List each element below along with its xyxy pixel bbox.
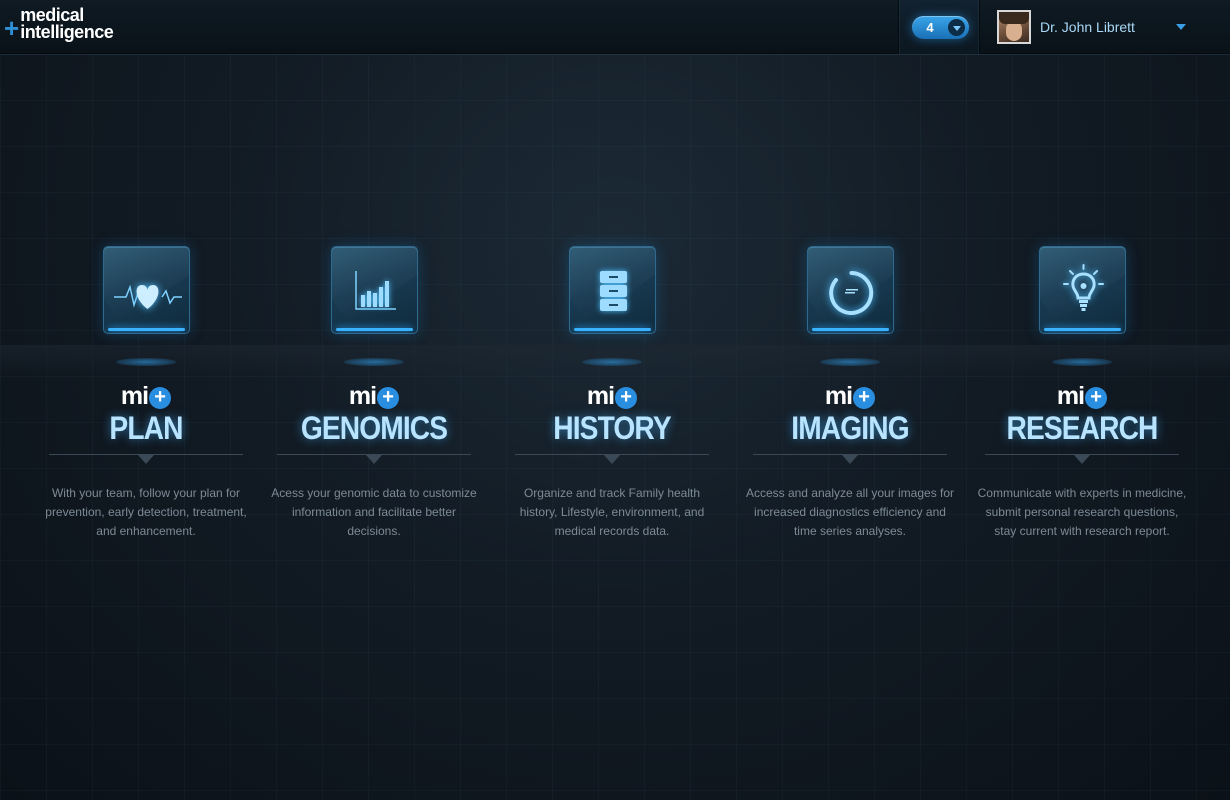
imaging-tile[interactable] (807, 246, 894, 334)
module-title[interactable]: HISTORY (527, 410, 698, 446)
plus-icon: + (1085, 387, 1108, 409)
notifications-button[interactable]: 4 (912, 16, 969, 39)
module-title[interactable]: IMAGING (765, 410, 936, 446)
module-description: Communicate with experts in medicine, su… (977, 486, 1187, 538)
brand-name-line2: intelligence (20, 22, 114, 42)
ring-scan-icon (829, 271, 874, 315)
research-tile[interactable] (1039, 246, 1126, 334)
module-history[interactable]: mi + HISTORY Organize and track Family he… (515, 246, 709, 546)
module-research[interactable]: mi + RESEARCH Communicate with experts in… (978, 246, 1186, 546)
mi-logo: mi + (985, 382, 1179, 410)
bar-chart-icon (355, 271, 396, 310)
module-description: Access and analyze all your images for i… (745, 486, 955, 538)
user-name[interactable]: Dr. John Librett (1040, 19, 1135, 35)
mi-logo: mi + (277, 382, 471, 410)
mi-logo: mi + (515, 382, 709, 410)
divider-arrow-icon (1074, 455, 1090, 464)
module-title[interactable]: GENOMICS (289, 410, 460, 446)
brand-logo[interactable]: + medical intelligence (4, 6, 114, 43)
module-description: Acess your genomic data to customize inf… (271, 486, 477, 538)
module-title[interactable]: PLAN (61, 410, 232, 446)
notifications-area: 4 (898, 0, 980, 54)
divider-arrow-icon (138, 455, 154, 464)
history-tile[interactable] (569, 246, 656, 334)
module-title[interactable]: RESEARCH (997, 410, 1168, 446)
plan-tile[interactable] (103, 246, 190, 334)
user-menu[interactable]: Dr. John Librett (981, 0, 1230, 54)
divider-arrow-icon (604, 455, 620, 464)
heart-pulse-icon (114, 284, 182, 309)
tile-glow (1052, 358, 1112, 366)
plus-icon: + (853, 387, 876, 409)
tile-glow (344, 358, 404, 366)
top-bar: + medical intelligence 4 Dr. John Libret… (0, 0, 1230, 54)
chevron-down-icon (948, 19, 965, 36)
tile-glow (582, 358, 642, 366)
brand-plus-icon: + (4, 13, 20, 43)
plus-icon: + (149, 387, 172, 409)
genomics-tile[interactable] (331, 246, 418, 334)
module-description: With your team, follow your plan for pre… (45, 486, 247, 538)
avatar[interactable] (997, 10, 1031, 44)
mi-logo: mi + (49, 382, 243, 410)
plus-icon: + (377, 387, 400, 409)
module-imaging[interactable]: mi + IMAGING Access and analyze all your … (746, 246, 954, 546)
module-genomics[interactable]: mi + GENOMICS Acess your genomic data to … (271, 246, 477, 546)
user-menu-chevron-down-icon[interactable] (1176, 24, 1186, 30)
module-description: Organize and track Family health history… (519, 486, 705, 538)
divider-arrow-icon (366, 455, 382, 464)
notifications-count: 4 (926, 20, 934, 35)
tile-glow (820, 358, 880, 366)
lightbulb-icon (1063, 264, 1104, 311)
file-cabinet-icon (600, 271, 627, 311)
plus-icon: + (615, 387, 638, 409)
divider-arrow-icon (842, 455, 858, 464)
module-plan[interactable]: mi + PLAN With your team, follow your pla… (45, 246, 247, 546)
mi-logo: mi + (753, 382, 947, 410)
tile-glow (116, 358, 176, 366)
